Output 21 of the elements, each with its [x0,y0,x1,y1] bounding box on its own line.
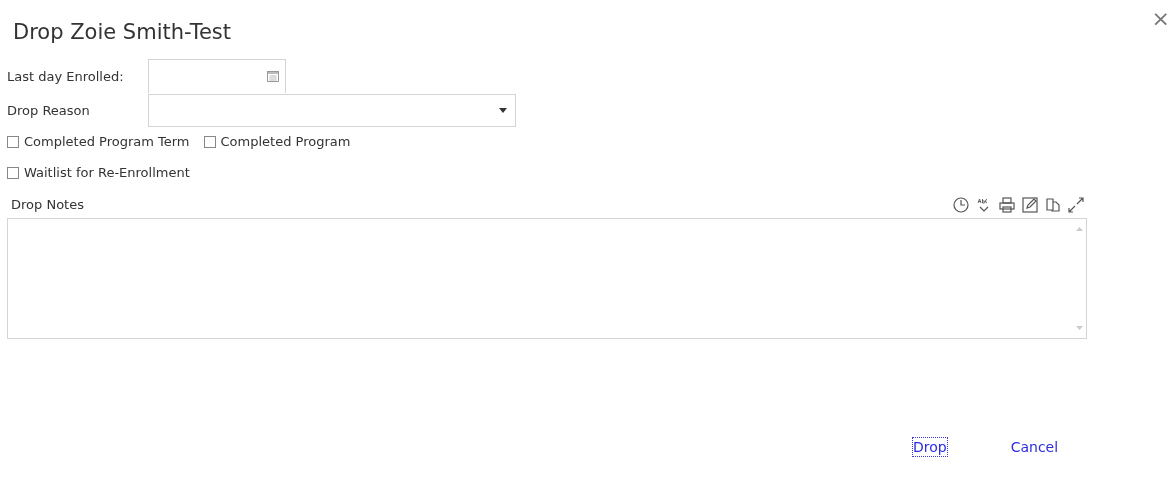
checkbox[interactable] [203,135,216,148]
checkbox-option[interactable]: Waitlist for Re-Enrollment [7,165,190,180]
cancel-button[interactable]: Cancel [1009,437,1060,457]
drop-button[interactable]: Drop [912,437,948,457]
copy-icon[interactable] [1044,196,1062,214]
print-icon[interactable] [998,196,1016,214]
calendar-icon [267,71,279,82]
expand-icon[interactable] [1067,196,1085,214]
checkbox-option[interactable]: Completed Program [203,134,351,149]
notes-label: Drop Notes [11,197,84,212]
checkbox-option[interactable]: Completed Program Term [7,134,190,149]
checkbox[interactable] [7,135,19,148]
caret-icon [499,107,507,113]
clock-icon[interactable] [952,196,970,214]
field-label: Last day Enrolled: [7,68,125,84]
close-button[interactable]: × [1151,6,1170,31]
dialog-title: Drop Zoie Smith-Test [13,20,232,44]
checkbox[interactable] [7,166,19,179]
date-field[interactable] [148,59,286,93]
field-label: Drop Reason [7,102,91,118]
edit-icon[interactable] [1021,196,1039,214]
